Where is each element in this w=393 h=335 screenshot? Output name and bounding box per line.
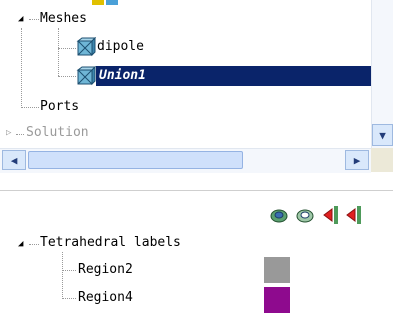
tree-item-union1-selected[interactable]: Union1 [96,66,371,86]
chevron-right-icon: ▶ [353,153,361,167]
tree-item-dipole[interactable]: dipole [97,39,144,55]
chevron-left-icon: ◀ [10,153,18,167]
scrollbar-corner [371,148,393,172]
region-label[interactable]: Region4 [78,290,133,306]
mesh-hide-button[interactable] [294,204,316,226]
arrow-left-red-icon-2 [346,206,361,224]
mesh-show-button[interactable] [268,204,290,226]
mesh-cube-icon [76,66,96,86]
move-left-button[interactable] [320,204,342,226]
scroll-left-button[interactable]: ◀ [2,150,26,170]
horizontal-scroll-thumb[interactable] [28,151,243,169]
tree-item-solution[interactable]: Solution [26,125,89,141]
move-left-button-2[interactable] [344,204,364,226]
chevron-down-icon: ▼ [379,128,386,142]
tree-item-meshes[interactable]: Meshes [40,11,87,27]
region-color-swatch[interactable] [264,257,290,283]
mesh-cube-icon [76,37,96,57]
panel-divider [0,190,393,191]
tree-item-tetrahedral-labels[interactable]: Tetrahedral labels [40,235,181,251]
tree-item-union1-label: Union1 [99,68,146,83]
scroll-down-button[interactable]: ▼ [372,124,393,146]
collapse-triangle-icon[interactable]: ▷ [6,128,11,138]
region-label[interactable]: Region2 [78,262,133,278]
expand-triangle-icon[interactable]: ◢ [18,14,23,24]
tree-item-ports[interactable]: Ports [40,99,79,115]
mesh-show-icon [270,209,288,223]
region-color-swatch[interactable] [264,287,290,313]
expand-triangle-icon[interactable]: ◢ [18,239,23,249]
partial-toolbar-icon [92,0,120,6]
arrow-left-red-icon [323,206,338,224]
scroll-right-button[interactable]: ▶ [345,150,369,170]
mesh-hide-icon [296,209,314,223]
